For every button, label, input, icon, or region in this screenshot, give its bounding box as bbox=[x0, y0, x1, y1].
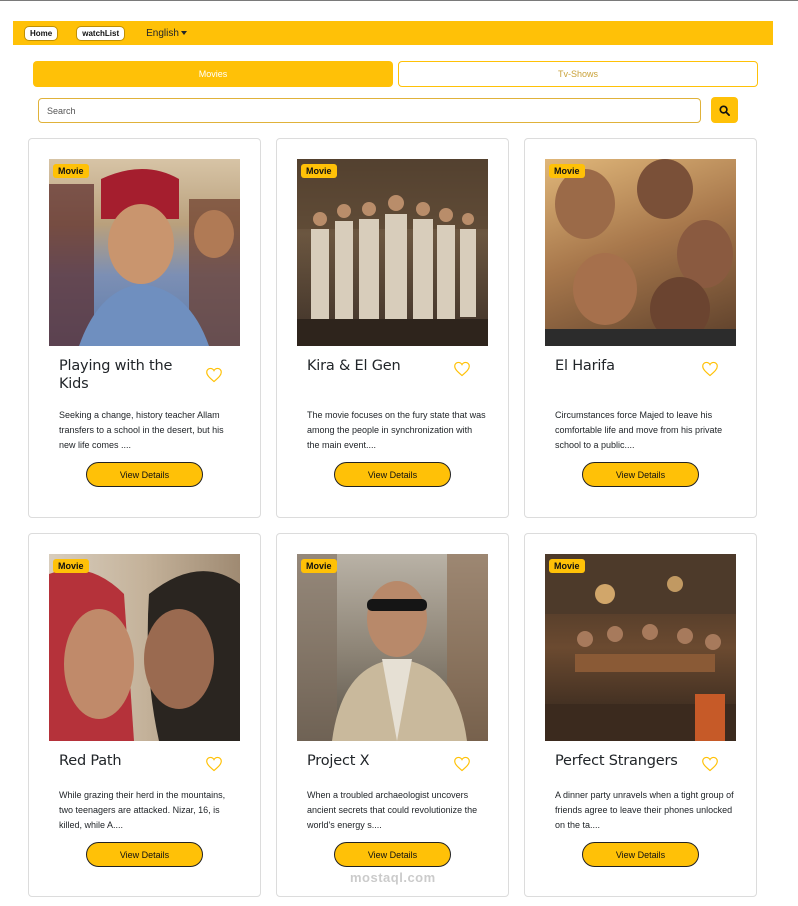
movie-card: Movie Kira & El Gen The movie focuses on… bbox=[276, 138, 509, 518]
navbar: Home watchList English bbox=[13, 21, 773, 45]
view-details-button[interactable]: View Details bbox=[582, 462, 699, 487]
movie-description: When a troubled archaeologist uncovers a… bbox=[307, 790, 478, 830]
top-divider bbox=[0, 0, 798, 1]
heart-icon[interactable] bbox=[701, 361, 719, 377]
heart-icon[interactable] bbox=[453, 756, 471, 772]
view-details-button[interactable]: View Details bbox=[86, 462, 203, 487]
movie-card: Movie Playing with the Kids Seeking a ch… bbox=[28, 138, 261, 518]
language-dropdown[interactable]: English bbox=[146, 28, 187, 39]
movie-description: A dinner party unravels when a tight gro… bbox=[555, 790, 734, 830]
movie-title: El Harifa bbox=[555, 358, 615, 374]
movie-title: Kira & El Gen bbox=[307, 358, 401, 374]
movie-card: Movie Project X When a troubled archaeol… bbox=[276, 533, 509, 897]
caret-down-icon bbox=[180, 30, 187, 35]
heart-icon[interactable] bbox=[701, 756, 719, 772]
watermark: mostaql.com bbox=[350, 870, 436, 885]
movie-poster[interactable]: Movie bbox=[545, 159, 736, 346]
movie-card: Movie El Harifa Circumstances force Maje… bbox=[524, 138, 757, 518]
movie-description: The movie focuses on the fury state that… bbox=[307, 410, 486, 450]
search-icon bbox=[719, 104, 730, 116]
tab-movies[interactable]: Movies bbox=[33, 61, 393, 87]
movie-card: Movie Red Path While grazing their herd … bbox=[28, 533, 261, 897]
movie-poster[interactable]: Movie bbox=[49, 159, 240, 346]
view-details-button[interactable]: View Details bbox=[582, 842, 699, 867]
movie-card: Movie Perfect Strangers A dinner party u… bbox=[524, 533, 757, 897]
heart-icon[interactable] bbox=[205, 756, 223, 772]
movie-poster[interactable]: Movie bbox=[297, 554, 488, 741]
language-label: English bbox=[146, 27, 179, 39]
media-type-badge: Movie bbox=[549, 559, 585, 573]
movie-description: While grazing their herd in the mountain… bbox=[59, 790, 226, 830]
media-type-badge: Movie bbox=[549, 164, 585, 178]
movie-description: Circumstances force Majed to leave his c… bbox=[555, 410, 723, 450]
movie-title: Playing with the Kids bbox=[59, 358, 173, 392]
movie-poster[interactable]: Movie bbox=[545, 554, 736, 741]
movie-poster[interactable]: Movie bbox=[297, 159, 488, 346]
movie-poster[interactable]: Movie bbox=[49, 554, 240, 741]
search-input[interactable] bbox=[38, 98, 701, 123]
media-type-badge: Movie bbox=[53, 164, 89, 178]
heart-icon[interactable] bbox=[205, 367, 223, 383]
media-type-badge: Movie bbox=[53, 559, 89, 573]
nav-watchlist-link[interactable]: watchList bbox=[77, 26, 125, 40]
movie-title: Perfect Strangers bbox=[555, 753, 678, 769]
media-type-badge: Movie bbox=[301, 164, 337, 178]
movie-title: Red Path bbox=[59, 753, 122, 769]
tab-tv-shows[interactable]: Tv-Shows bbox=[398, 61, 758, 87]
search-button[interactable] bbox=[711, 97, 738, 123]
movie-description: Seeking a change, history teacher Allam … bbox=[59, 410, 224, 450]
nav-home-link[interactable]: Home bbox=[25, 26, 58, 40]
heart-icon[interactable] bbox=[453, 361, 471, 377]
view-details-button[interactable]: View Details bbox=[86, 842, 203, 867]
movie-title: Project X bbox=[307, 753, 370, 769]
view-details-button[interactable]: View Details bbox=[334, 462, 451, 487]
view-details-button[interactable]: View Details bbox=[334, 842, 451, 867]
media-type-badge: Movie bbox=[301, 559, 337, 573]
